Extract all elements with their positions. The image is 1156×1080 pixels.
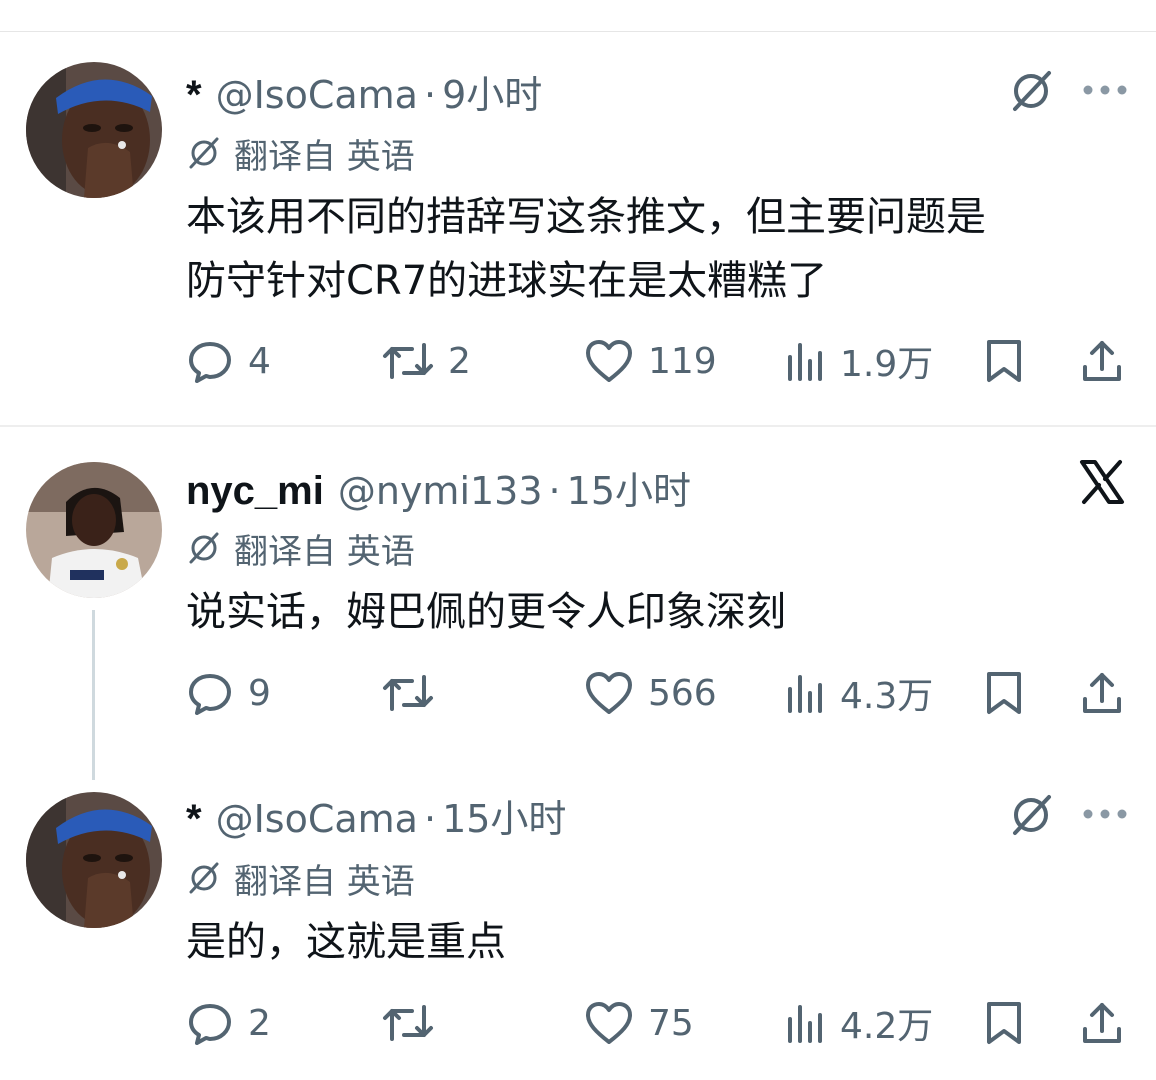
x-logo-icon (1076, 456, 1128, 508)
display-name[interactable]: nyc_mi (186, 469, 324, 514)
retweet-count: 2 (448, 340, 471, 382)
like-button[interactable]: 75 (584, 998, 694, 1048)
translate-icon (189, 862, 219, 894)
share-icon (1083, 341, 1121, 381)
share-button[interactable] (1080, 998, 1124, 1048)
retweet-icon (383, 1005, 433, 1041)
grok-icon[interactable] (1004, 788, 1058, 842)
bookmark-icon (987, 340, 1021, 382)
reply-button[interactable]: 9 (186, 668, 271, 718)
view-count: 1.9万 (840, 344, 934, 385)
translate-icon (189, 532, 219, 564)
display-name[interactable]: * (186, 797, 202, 842)
timestamp[interactable]: 15小时 (442, 788, 566, 843)
bookmark-button[interactable] (984, 998, 1024, 1048)
translated-label: 翻译自 英语 (234, 531, 415, 572)
action-bar: 9 566 4.3万 (186, 668, 1132, 718)
avatar[interactable] (26, 62, 162, 198)
reply-count: 4 (248, 340, 271, 382)
heart-icon (586, 1002, 632, 1044)
tweet-text-line: 防守针对CR7的进球实在是太糟糕了 (186, 258, 828, 304)
translated-label: 翻译自 英语 (234, 861, 415, 902)
action-bar: 2 75 4.2万 (186, 998, 1132, 1048)
share-button[interactable] (1080, 336, 1124, 386)
heart-icon (586, 672, 632, 714)
timestamp[interactable]: 15小时 (567, 460, 691, 515)
reply-count: 2 (248, 1002, 271, 1044)
tweet-text: 说实话，姆巴佩的更令人印象深刻 (186, 580, 1146, 644)
view-count: 4.3万 (840, 676, 934, 717)
separator-dot: · (423, 73, 437, 117)
tweet-separator (0, 425, 1156, 427)
thread-connector-line (92, 610, 95, 780)
like-count: 566 (648, 672, 717, 714)
tweet-header: * @IsoCama · 15小时 (186, 788, 566, 841)
reply-icon (189, 1004, 231, 1045)
bookmark-icon (987, 1002, 1021, 1044)
separator-dot: · (548, 469, 561, 513)
more-options-icon[interactable] (1080, 796, 1130, 832)
share-icon (1083, 1003, 1121, 1043)
views-icon (788, 1005, 822, 1043)
bookmark-icon (987, 672, 1021, 714)
translate-icon (189, 137, 219, 169)
view-count: 4.2万 (840, 1006, 934, 1047)
views-icon (788, 675, 822, 713)
translated-label-row[interactable]: 翻译自 英语 (186, 856, 415, 902)
views-icon (788, 343, 822, 381)
reply-icon (189, 674, 231, 715)
translated-label-row[interactable]: 翻译自 英语 (186, 131, 415, 177)
like-count: 75 (648, 1002, 694, 1044)
views-button[interactable]: 1.9万 (786, 336, 933, 386)
user-handle[interactable]: @IsoCama (216, 797, 418, 841)
grok-icon[interactable] (1004, 64, 1058, 118)
tweet-header: * @IsoCama · 9小时 (186, 64, 542, 117)
bookmark-button[interactable] (984, 668, 1024, 718)
like-button[interactable]: 566 (584, 668, 717, 718)
tweet-header: nyc_mi @nymi133 · 15小时 (186, 460, 691, 513)
like-button[interactable]: 119 (584, 336, 717, 386)
separator-dot: · (423, 797, 437, 841)
retweet-icon (383, 675, 433, 711)
avatar[interactable] (26, 792, 162, 928)
avatar[interactable] (26, 462, 162, 598)
tweet-text-line: 是的，这就是重点 (186, 919, 506, 965)
retweet-button[interactable] (382, 668, 448, 718)
reply-button[interactable]: 4 (186, 336, 271, 386)
share-icon (1083, 673, 1121, 713)
views-button[interactable]: 4.2万 (786, 998, 933, 1048)
action-bar: 4 2 119 1.9万 (186, 336, 1132, 386)
retweet-button[interactable]: 2 (382, 336, 471, 386)
views-button[interactable]: 4.3万 (786, 668, 933, 718)
retweet-icon (383, 343, 433, 379)
like-count: 119 (648, 340, 717, 382)
translated-label: 翻译自 英语 (234, 136, 415, 177)
retweet-button[interactable] (382, 998, 448, 1048)
heart-icon (586, 340, 632, 382)
bookmark-button[interactable] (984, 336, 1024, 386)
share-button[interactable] (1080, 668, 1124, 718)
timestamp[interactable]: 9小时 (442, 64, 542, 119)
reply-button[interactable]: 2 (186, 998, 271, 1048)
top-divider (0, 31, 1156, 32)
reply-icon (189, 342, 231, 383)
reply-count: 9 (248, 672, 271, 714)
user-handle[interactable]: @nymi133 (338, 469, 543, 513)
display-name[interactable]: * (186, 73, 202, 118)
more-options-icon[interactable] (1080, 72, 1130, 108)
translated-label-row[interactable]: 翻译自 英语 (186, 526, 415, 572)
tweet-text: 本该用不同的措辞写这条推文，但主要问题是 防守针对CR7的进球实在是太糟糕了 (186, 185, 1146, 313)
tweet-text-line: 本该用不同的措辞写这条推文，但主要问题是 (186, 194, 986, 240)
user-handle[interactable]: @IsoCama (216, 73, 418, 117)
tweet-text: 是的，这就是重点 (186, 910, 1146, 974)
tweet-text-line: 说实话，姆巴佩的更令人印象深刻 (186, 589, 786, 635)
